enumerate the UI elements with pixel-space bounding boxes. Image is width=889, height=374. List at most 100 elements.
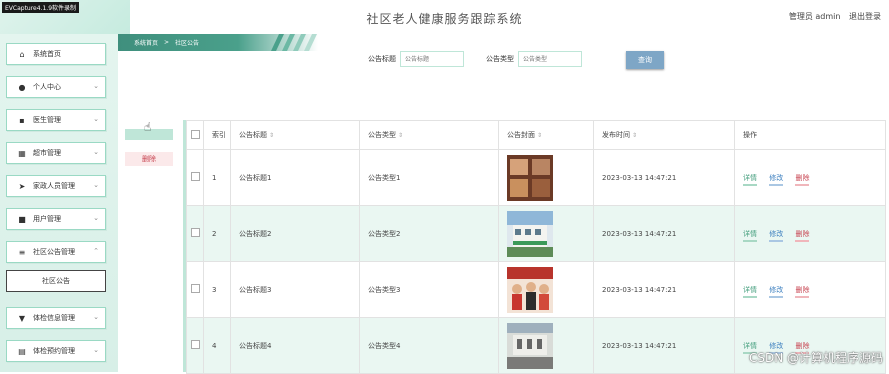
send-icon: ➤ [18,181,26,191]
column-header-ops: 操作 [734,120,886,150]
cell-ops: 详情 修改 删除 [734,149,886,206]
sidebar-item-personal-center[interactable]: ● 个人中心 ⌄ [6,76,106,98]
cover-image[interactable] [507,266,553,313]
chevron-down-icon: ⌄ [93,148,99,156]
sidebar-item-label: 体检信息管理 [33,314,75,322]
cover-image[interactable] [507,322,553,369]
delete-button[interactable]: 删除 [795,285,810,298]
table-row: 2 公告标题2 公告类型2 2023-03-13 14:47:21 详情 修改 … [186,205,886,262]
column-header-time-text: 发布时间 [602,131,630,139]
cell-index: 1 [203,149,231,206]
chevron-down-icon: ⌄ [93,214,99,222]
cell-cover [498,317,594,374]
cover-image[interactable] [507,210,553,257]
cell-ops: 详情 修改 删除 [734,261,886,318]
row-check-cell [186,205,204,262]
sidebar-item-doctor-management[interactable]: ▪ 医生管理 ⌄ [6,109,106,131]
cell-type: 公告类型4 [359,317,499,374]
sidebar-item-housekeeper-management[interactable]: ➤ 家政人员管理 ⌄ [6,175,106,197]
detail-button[interactable]: 详情 [743,229,757,242]
cell-cover [498,261,594,318]
sidebar-subitem-label: 社区公告 [42,277,70,285]
cup-icon: ▼ [18,313,26,323]
edit-button[interactable]: 修改 [769,229,784,242]
edit-button[interactable]: 修改 [769,285,784,298]
sort-icon: ⇕ [632,132,638,139]
current-user: 管理员 admin [788,12,841,21]
app-title: 社区老人健康服务跟踪系统 [366,12,523,26]
table-header-row: 索引 公告标题 ⇕ 公告类型 ⇕ 公告封面 ⇕ 发布时间 ⇕ 操作 [186,120,886,150]
cell-title: 公告标题3 [230,261,360,318]
sidebar-item-label: 个人中心 [33,83,61,91]
sidebar-item-label: 家政人员管理 [33,182,75,190]
column-header-type[interactable]: 公告类型 ⇕ [359,120,499,150]
chevron-down-icon: ⌄ [93,181,99,189]
cell-title: 公告标题2 [230,205,360,262]
batch-delete-button[interactable]: 删除 [125,152,173,166]
row-checkbox[interactable] [190,340,200,349]
search-bar: 公告标题 公告类型 [368,51,604,67]
column-header-title[interactable]: 公告标题 ⇕ [230,120,360,150]
cell-index: 3 [203,261,231,318]
chevron-down-icon: ⌄ [93,313,99,321]
select-all-cell [186,120,204,150]
sidebar-item-label: 社区公告管理 [33,248,75,256]
select-all-checkbox[interactable] [190,129,200,139]
cell-type: 公告类型3 [359,261,499,318]
delete-button[interactable]: 删除 [795,229,810,242]
row-check-cell [186,261,204,318]
cell-time: 2023-03-13 14:47:21 [593,317,735,374]
row-checkbox[interactable] [190,228,200,237]
sidebar-item-supermarket-management[interactable]: ▦ 超市管理 ⌄ [6,142,106,164]
logout-link[interactable]: 退出登录 [849,12,881,21]
sidebar-item-label: 系统首页 [33,50,61,58]
breadcrumb-stripes-decoration [271,34,317,51]
user-icon: ● [18,82,26,92]
breadcrumb-home[interactable]: 系统首页 [134,38,158,47]
watermark: CSDN @计算机程序源码 [748,351,883,365]
search-title-label: 公告标题 [368,55,396,63]
sidebar-item-label: 用户管理 [33,215,61,223]
table-row: 3 公告标题3 公告类型3 2023-03-13 14:47:21 详情 修改 [186,261,886,318]
cell-title: 公告标题1 [230,149,360,206]
detail-button[interactable]: 详情 [743,173,757,186]
row-checkbox[interactable] [190,172,200,181]
sidebar-item-user-management[interactable]: ■ 用户管理 ⌄ [6,208,106,230]
sort-icon: ⇕ [398,132,404,139]
sidebar-item-home[interactable]: ⌂ 系统首页 [6,43,106,65]
sort-icon: ⇕ [537,132,543,139]
notice-title-input[interactable] [400,51,464,67]
row-check-cell [186,317,204,374]
delete-button[interactable]: 删除 [795,173,810,186]
briefcase-icon: ■ [18,214,26,224]
detail-button[interactable]: 详情 [743,285,757,298]
cover-image[interactable] [507,154,553,201]
query-button[interactable]: 查询 [626,51,664,69]
cell-type: 公告类型2 [359,205,499,262]
sidebar-item-checkup-appointment-management[interactable]: ▤ 体检预约管理 ⌄ [6,340,106,362]
top-bar: EVCapture4.1.9软件录制 社区老人健康服务跟踪系统 管理员 admi… [0,0,889,34]
table-row: 1 公告标题1 公告类型1 2023-03-13 14:47:21 详情 修改 … [186,149,886,206]
cell-index: 2 [203,205,231,262]
top-right-user-area: 管理员 admin 退出登录 [783,11,881,22]
breadcrumb-separator: > [164,39,170,46]
row-checkbox[interactable] [190,284,200,293]
hand-cursor-icon: ☝ [144,120,152,134]
sidebar-item-label: 超市管理 [33,149,61,157]
sidebar-item-notice-management[interactable]: ≡ 社区公告管理 ⌃ [6,241,106,263]
sidebar-subitem-notice[interactable]: 社区公告 [6,270,106,292]
column-header-time[interactable]: 发布时间 ⇕ [593,120,735,150]
column-header-cover[interactable]: 公告封面 ⇕ [498,120,594,150]
row-check-cell [186,149,204,206]
search-type-label: 公告类型 [486,55,514,63]
cell-time: 2023-03-13 14:47:21 [593,261,735,318]
edit-button[interactable]: 修改 [769,173,784,186]
chevron-down-icon: ⌄ [93,115,99,123]
sidebar-item-checkup-info-management[interactable]: ▼ 体检信息管理 ⌄ [6,307,106,329]
notice-type-input[interactable] [518,51,582,67]
cell-title: 公告标题4 [230,317,360,374]
cell-type: 公告类型1 [359,149,499,206]
cell-time: 2023-03-13 14:47:21 [593,205,735,262]
cell-cover [498,149,594,206]
chevron-up-icon: ⌃ [93,247,99,255]
